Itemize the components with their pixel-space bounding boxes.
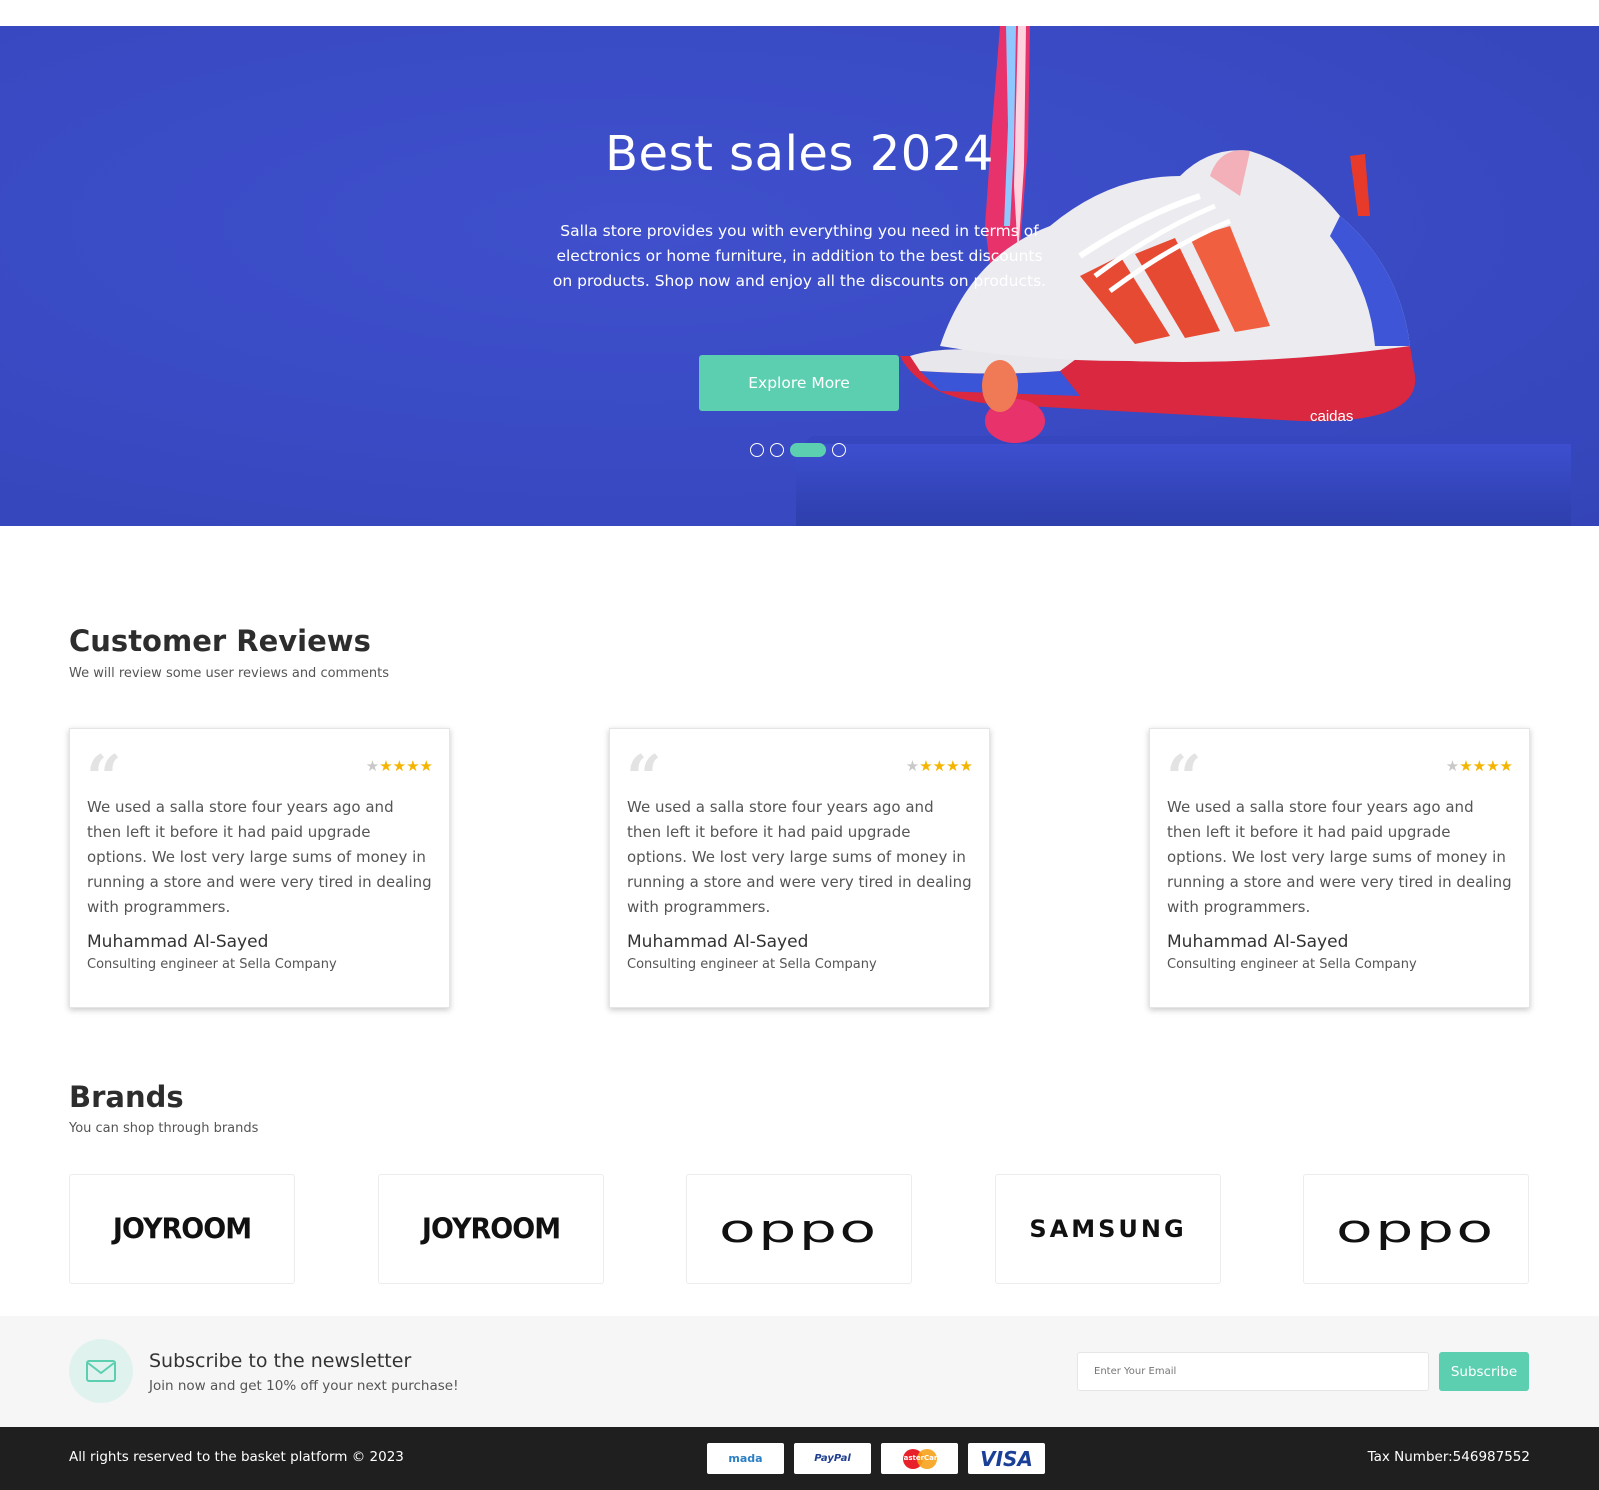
explore-more-button[interactable]: Explore More (699, 355, 899, 411)
payment-label: PayPal (814, 1453, 851, 1464)
brand-card-joyroom[interactable]: JOYROOM (69, 1174, 295, 1284)
star-icon: ★ (959, 757, 973, 775)
rating-stars: ★ ★ ★ ★ ★ (906, 759, 973, 774)
newsletter-title: Subscribe to the newsletter (149, 1350, 412, 1372)
star-icon: ★ (946, 757, 960, 775)
brands-subtitle: You can shop through brands (69, 1121, 259, 1136)
mail-icon (69, 1339, 133, 1403)
star-icon: ★ (1459, 757, 1473, 775)
paypal-icon: PayPal (794, 1443, 871, 1474)
star-icon: ★ (932, 757, 947, 775)
star-icon: ★ (392, 757, 407, 775)
brand-logo: JOYROOM (421, 1212, 561, 1246)
mastercard-icon: MasterCard (881, 1443, 958, 1474)
brand-logo: oppo (1336, 1206, 1496, 1252)
review-card: “ ★ ★ ★ ★ ★ We used a salla store four years… (69, 728, 450, 1008)
payment-label: MasterCard (896, 1453, 943, 1462)
star-icon: ★ (1472, 757, 1487, 775)
hero-title: Best sales 2024 (605, 126, 994, 182)
payment-label: mada (728, 1452, 763, 1465)
brand-logo: SAMSUNG (1029, 1215, 1187, 1243)
slide-dot-3[interactable] (790, 443, 826, 457)
copyright-text: All rights reserved to the basket platfo… (69, 1449, 404, 1465)
reviewer-name: Muhammad Al-Sayed (1167, 932, 1349, 952)
slide-dot-4[interactable] (832, 443, 846, 457)
star-icon: ★ (919, 757, 933, 775)
visa-icon: VISA (968, 1443, 1045, 1474)
footer: All rights reserved to the basket platfo… (0, 1427, 1599, 1490)
shoe-brand-text: caidas (1310, 408, 1353, 425)
payment-methods: mada PayPal MasterCard VISA (707, 1443, 1045, 1474)
reviews-title: Customer Reviews (69, 624, 371, 658)
tax-number: Tax Number:546987552 (1367, 1449, 1530, 1465)
slider-dots (750, 443, 846, 457)
payment-label: VISA (980, 1446, 1033, 1471)
review-card: “ ★ ★ ★ ★ ★ We used a salla store four years… (609, 728, 990, 1008)
brand-card-oppo[interactable]: oppo (1303, 1174, 1529, 1284)
review-card: “ ★ ★ ★ ★ ★ We used a salla store four years… (1149, 728, 1530, 1008)
review-text: We used a salla store four years ago and… (1167, 798, 1512, 916)
star-empty-icon: ★ (905, 757, 920, 775)
subscribe-button[interactable]: Subscribe (1439, 1352, 1529, 1391)
star-icon: ★ (379, 757, 393, 775)
rating-stars: ★ ★ ★ ★ ★ (366, 759, 433, 774)
review-text: We used a salla store four years ago and… (627, 798, 972, 916)
newsletter-subtitle: Join now and get 10% off your next purch… (149, 1378, 459, 1394)
slide-dot-1[interactable] (750, 443, 764, 457)
reviewer-role: Consulting engineer at Sella Company (87, 957, 337, 972)
reviewer-role: Consulting engineer at Sella Company (627, 957, 877, 972)
hero-banner: caidas Best sales 2024 Salla store provi… (0, 26, 1599, 526)
star-icon: ★ (419, 757, 433, 775)
mada-icon: mada (707, 1443, 784, 1474)
star-icon: ★ (1486, 757, 1500, 775)
brand-logo: JOYROOM (112, 1212, 252, 1246)
reviewer-name: Muhammad Al-Sayed (627, 932, 809, 952)
rating-stars: ★ ★ ★ ★ ★ (1446, 759, 1513, 774)
star-icon: ★ (1499, 757, 1513, 775)
star-icon: ★ (406, 757, 420, 775)
brand-card-samsung[interactable]: SAMSUNG (995, 1174, 1221, 1284)
reviewer-role: Consulting engineer at Sella Company (1167, 957, 1417, 972)
brands-title: Brands (69, 1080, 184, 1114)
reviewer-name: Muhammad Al-Sayed (87, 932, 269, 952)
star-empty-icon: ★ (1445, 757, 1460, 775)
reviews-subtitle: We will review some user reviews and com… (69, 666, 389, 681)
hero-text: Salla store provides you with everything… (552, 222, 1047, 290)
slide-dot-2[interactable] (770, 443, 784, 457)
brand-logo: oppo (719, 1206, 879, 1252)
brand-card-oppo[interactable]: oppo (686, 1174, 912, 1284)
review-text: We used a salla store four years ago and… (87, 798, 432, 916)
brand-card-joyroom[interactable]: JOYROOM (378, 1174, 604, 1284)
email-input[interactable] (1077, 1352, 1429, 1391)
newsletter-section: Subscribe to the newsletter Join now and… (0, 1316, 1599, 1427)
star-empty-icon: ★ (365, 757, 380, 775)
